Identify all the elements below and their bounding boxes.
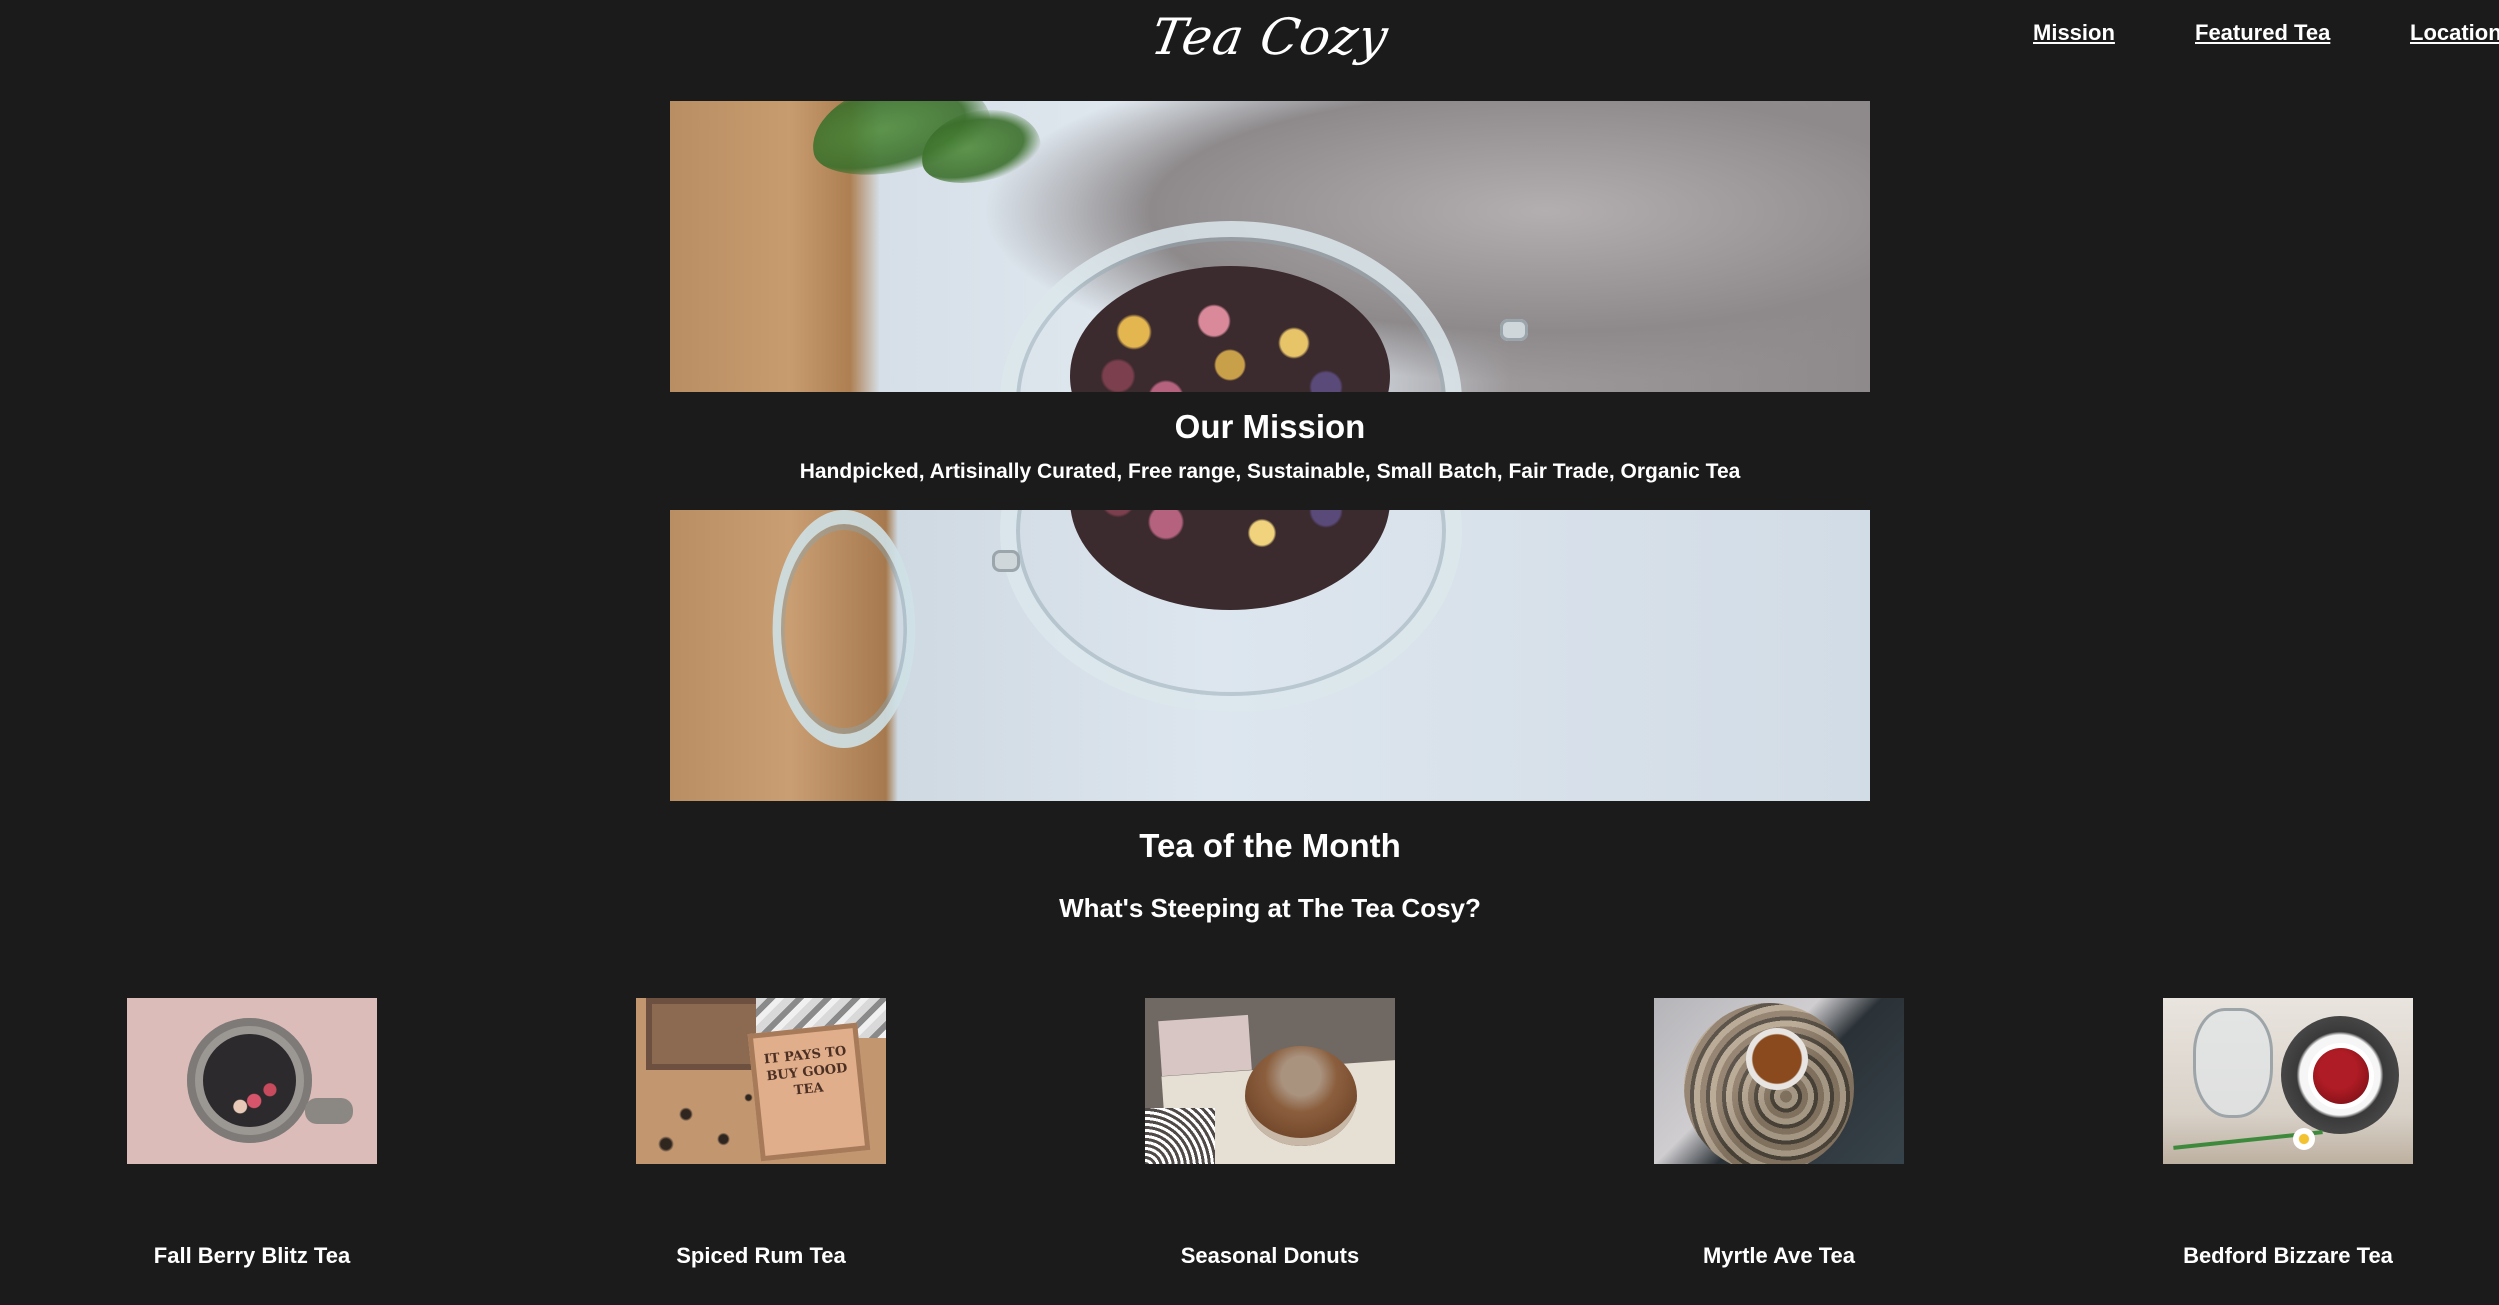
tea-card-label: Bedford Bizzare Tea bbox=[2183, 1243, 2393, 1268]
mission-text: Handpicked, Artisinally Curated, Free ra… bbox=[799, 460, 1741, 483]
tea-card-label: Seasonal Donuts bbox=[1180, 1243, 1360, 1268]
tea-card-label: Myrtle Ave Tea bbox=[1702, 1243, 1856, 1268]
tea-card-seasonal-donuts[interactable]: Seasonal Donuts bbox=[1145, 998, 1395, 1268]
mission-title: Our Mission bbox=[1174, 408, 1366, 445]
tea-card-myrtle-ave[interactable]: Myrtle Ave Tea bbox=[1654, 998, 1904, 1268]
hero-image-top bbox=[670, 101, 1870, 392]
nav-link-featured-tea[interactable]: Featured Tea bbox=[2195, 20, 2330, 46]
tea-thumbnail: IT PAYS TO BUY GOOD TEA bbox=[636, 998, 886, 1164]
jar-lid bbox=[772, 510, 916, 748]
nav-link-locations[interactable]: Locations bbox=[2410, 20, 2499, 46]
doily bbox=[1145, 1108, 1215, 1164]
tea-thumbnail bbox=[1145, 998, 1395, 1164]
tea-card-label: Spiced Rum Tea bbox=[676, 1243, 846, 1268]
tea-card-spiced-rum[interactable]: IT PAYS TO BUY GOOD TEA Spiced Rum Tea bbox=[636, 998, 886, 1268]
tea-cup bbox=[1746, 1028, 1808, 1090]
cup-handle bbox=[305, 1098, 353, 1124]
tea-box: IT PAYS TO BUY GOOD TEA bbox=[747, 1022, 871, 1162]
menu-card bbox=[1158, 1014, 1252, 1077]
jar-clip bbox=[1500, 319, 1528, 341]
main-nav: Mission Featured Tea Locations bbox=[0, 20, 2499, 60]
tea-of-month-subtitle: What's Steeping at The Tea Cosy? bbox=[1059, 893, 1481, 923]
flower bbox=[2293, 1128, 2315, 1150]
jar-clip bbox=[992, 550, 1020, 572]
glass-teapot bbox=[2193, 1008, 2273, 1118]
tea-card-label: Fall Berry Blitz Tea bbox=[153, 1243, 351, 1268]
hero-image-bottom bbox=[670, 510, 1870, 801]
nav-link-mission[interactable]: Mission bbox=[2033, 20, 2115, 46]
tea-thumbnail bbox=[1654, 998, 1904, 1164]
tea-thumbnail bbox=[127, 998, 377, 1164]
donut bbox=[1245, 1046, 1357, 1146]
tea-card-bedford-bizzare[interactable]: Bedford Bizzare Tea bbox=[2163, 998, 2413, 1268]
tea-cup bbox=[2313, 1048, 2369, 1104]
tea-of-month-title: Tea of the Month bbox=[1139, 827, 1401, 864]
tea-cup bbox=[187, 1018, 312, 1143]
tea-thumbnail bbox=[2163, 998, 2413, 1164]
tea-card-fall-berry-blitz[interactable]: Fall Berry Blitz Tea bbox=[127, 998, 377, 1268]
